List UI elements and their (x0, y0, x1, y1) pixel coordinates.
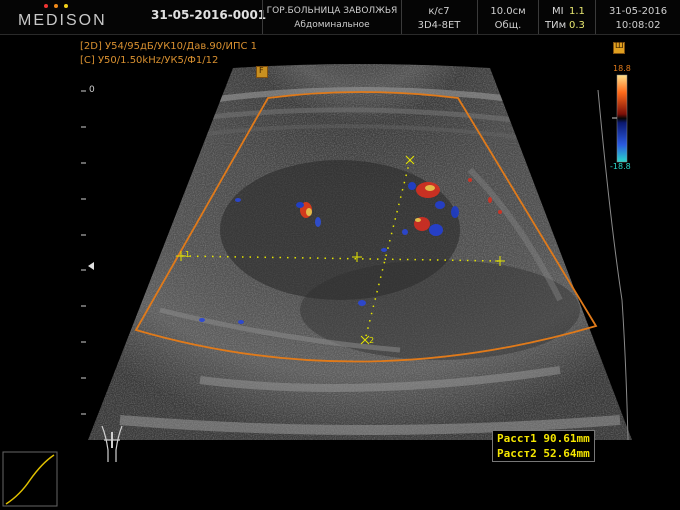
probe-orientation-label: Ш (615, 41, 624, 50)
measurement-dist1: Расст1 90.61mm (497, 432, 590, 445)
depth-scale (81, 90, 86, 415)
cursor-1-label: 1 (185, 250, 191, 259)
focal-zone-label: F (259, 66, 264, 75)
tissue-texture (88, 64, 632, 440)
cursor-2-label: 2 (369, 336, 375, 345)
focal-zone-marker: F (256, 66, 268, 78)
colorbar-max: 18.8 (613, 64, 631, 73)
measurement-results: Расст1 90.61mm Расст2 52.64mm (492, 430, 595, 462)
colorbar (616, 74, 628, 163)
focus-marker (88, 262, 94, 270)
colorbar-min: -18.8 (610, 162, 631, 171)
measurement-dist2: Расст2 52.64mm (497, 447, 590, 460)
depth-zero-label: 0 (89, 85, 95, 95)
probe-orientation-icon: Ш (613, 41, 625, 54)
